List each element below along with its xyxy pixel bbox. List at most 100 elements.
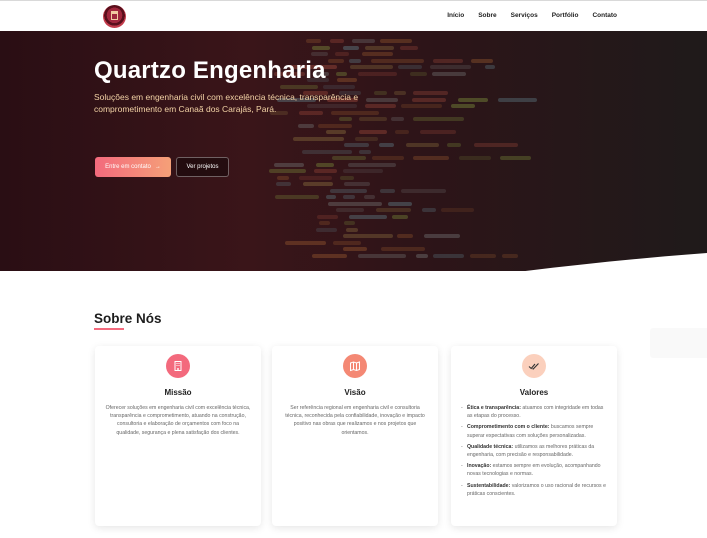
code-line bbox=[319, 221, 331, 225]
code-line bbox=[276, 182, 291, 186]
code-line bbox=[474, 143, 519, 147]
code-line bbox=[310, 52, 328, 56]
code-line bbox=[327, 58, 344, 63]
list-item: Ética e transparência: atuamos com integ… bbox=[461, 404, 609, 420]
building-icon bbox=[166, 354, 190, 378]
code-line bbox=[413, 91, 448, 95]
code-line bbox=[364, 45, 394, 50]
code-line bbox=[471, 58, 494, 63]
code-line bbox=[326, 195, 337, 199]
values-card: Valores Ética e transparência: atuamos c… bbox=[451, 346, 617, 526]
code-line bbox=[292, 136, 345, 141]
code-line bbox=[316, 162, 334, 167]
code-line bbox=[359, 130, 387, 134]
code-line bbox=[306, 39, 322, 43]
code-line bbox=[413, 117, 464, 121]
code-line bbox=[394, 130, 409, 134]
code-line bbox=[276, 175, 290, 180]
nav-link-portfolio[interactable]: Portfólio bbox=[552, 12, 579, 19]
nav-links: Início Sobre Serviços Portfólio Contato bbox=[447, 12, 617, 19]
code-line bbox=[391, 117, 404, 121]
code-line bbox=[274, 162, 304, 167]
view-projects-button[interactable]: Ver projetos bbox=[176, 157, 229, 177]
code-line bbox=[302, 149, 353, 154]
code-line bbox=[328, 201, 382, 206]
vision-text: Ser referência regional em engenharia ci… bbox=[285, 405, 425, 436]
code-line bbox=[325, 130, 346, 134]
code-line bbox=[405, 143, 440, 147]
code-line bbox=[484, 65, 495, 69]
code-line bbox=[372, 156, 404, 160]
code-line bbox=[268, 169, 307, 173]
code-line bbox=[401, 104, 442, 108]
code-line bbox=[497, 97, 538, 102]
list-item: Sustentabilidade: valorizamos o uso raci… bbox=[461, 482, 609, 498]
code-line bbox=[318, 123, 353, 128]
code-line bbox=[361, 52, 393, 56]
hero-title: Quartzo Engenharia bbox=[94, 57, 326, 84]
code-line bbox=[447, 143, 462, 147]
code-line bbox=[375, 208, 412, 212]
code-line bbox=[458, 97, 489, 102]
code-line bbox=[343, 195, 355, 199]
code-line bbox=[348, 214, 388, 219]
code-line bbox=[280, 84, 319, 89]
code-line bbox=[275, 195, 320, 199]
nav-link-inicio[interactable]: Início bbox=[447, 12, 464, 19]
hero-subtitle: Soluções em engenharia civil com excelên… bbox=[94, 92, 359, 114]
contact-button[interactable]: Entre em contato → bbox=[95, 157, 171, 177]
code-line bbox=[421, 208, 436, 212]
code-line bbox=[352, 39, 375, 43]
code-line bbox=[344, 221, 355, 225]
code-line bbox=[400, 45, 419, 50]
code-line bbox=[358, 117, 387, 121]
title-underline bbox=[94, 328, 124, 330]
code-line bbox=[332, 156, 367, 160]
code-line bbox=[298, 175, 333, 180]
code-line bbox=[409, 71, 428, 76]
values-title: Valores bbox=[519, 388, 549, 397]
code-line bbox=[313, 169, 338, 173]
code-line bbox=[336, 78, 358, 82]
code-line bbox=[343, 143, 369, 147]
about-title: Sobre Nós bbox=[94, 311, 162, 326]
building-logo-icon[interactable] bbox=[103, 5, 126, 28]
nav-link-sobre[interactable]: Sobre bbox=[478, 12, 496, 19]
code-line bbox=[397, 65, 423, 69]
code-line bbox=[412, 156, 449, 160]
code-line bbox=[344, 182, 371, 186]
code-line bbox=[431, 71, 466, 76]
code-line bbox=[343, 45, 359, 50]
hero-section: Quartzo Engenharia Soluções em engenhari… bbox=[0, 31, 707, 271]
code-line bbox=[411, 97, 447, 102]
code-line bbox=[298, 123, 314, 128]
code-line bbox=[379, 188, 395, 193]
vision-card: Visão Ser referência regional em engenha… bbox=[272, 346, 438, 526]
code-line bbox=[349, 65, 394, 69]
code-line bbox=[450, 104, 476, 108]
map-icon bbox=[343, 354, 367, 378]
values-list: Ética e transparência: atuamos com integ… bbox=[461, 404, 609, 501]
code-line bbox=[430, 65, 472, 69]
side-floating-tab[interactable] bbox=[650, 328, 707, 358]
arrow-right-icon: → bbox=[154, 164, 161, 170]
hero-wave-divider bbox=[525, 253, 707, 271]
top-navbar: Início Sobre Serviços Portfólio Contato bbox=[0, 0, 707, 31]
code-line bbox=[330, 39, 345, 43]
code-line bbox=[323, 84, 355, 89]
code-line bbox=[459, 156, 492, 160]
mission-card: Missão Oferecer soluções em engenharia c… bbox=[95, 346, 261, 526]
code-line bbox=[348, 58, 361, 63]
code-line bbox=[394, 91, 406, 95]
code-line bbox=[357, 71, 398, 76]
list-item: Inovação: estamos sempre em evolução, ac… bbox=[461, 462, 609, 478]
code-line bbox=[311, 45, 330, 50]
list-item: Comprometimento com o cliente: buscamos … bbox=[461, 423, 609, 439]
nav-link-servicos[interactable]: Serviços bbox=[511, 12, 538, 19]
code-line bbox=[433, 58, 464, 63]
code-line bbox=[364, 195, 375, 199]
mission-title: Missão bbox=[164, 388, 192, 397]
nav-link-contato[interactable]: Contato bbox=[592, 12, 617, 19]
code-line bbox=[500, 156, 531, 160]
code-line bbox=[338, 117, 353, 121]
